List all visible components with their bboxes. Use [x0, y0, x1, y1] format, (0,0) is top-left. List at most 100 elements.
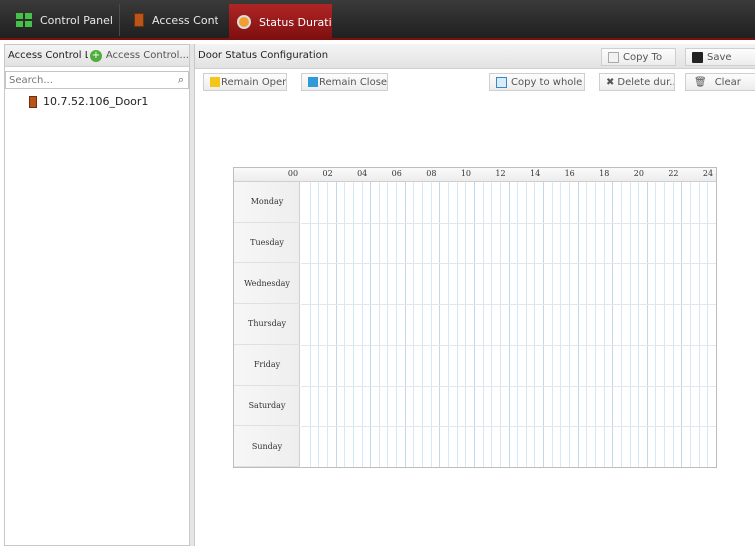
grid-line — [603, 182, 605, 467]
grid-line — [465, 182, 467, 467]
grid-line — [335, 182, 337, 467]
hour-label: 14 — [529, 169, 541, 178]
grid-line — [517, 182, 519, 467]
grid-line — [378, 182, 380, 467]
add-icon: + — [89, 49, 102, 62]
grid-line — [577, 182, 579, 467]
grid-line — [370, 182, 372, 467]
access-control-button[interactable]: + Access Control... — [89, 49, 189, 62]
clear-label: Clear — [714, 76, 741, 88]
hour-header-row: 00 02 04 06 08 10 12 14 16 18 20 22 24 — [234, 168, 716, 182]
tab-label: Status Duration — [259, 15, 332, 29]
grid-line — [404, 182, 406, 467]
grid-line — [586, 182, 588, 467]
door-status-panel: Door Status Configuration Copy To Save R… — [194, 44, 755, 546]
grid-line — [525, 182, 527, 467]
device-item[interactable]: 10.7.52.106_Door1 — [29, 95, 189, 108]
grid-line — [508, 182, 510, 467]
clear-button[interactable]: 🗑 Clear — [685, 73, 755, 91]
day-label: Thursday — [234, 304, 300, 345]
grid-line — [413, 182, 415, 467]
grid-line — [396, 182, 398, 467]
copy-to-button[interactable]: Copy To — [601, 48, 676, 66]
search-icon[interactable]: ⌕ — [178, 73, 184, 87]
day-label: Wednesday — [234, 263, 300, 305]
grid-line — [422, 182, 424, 467]
hour-label: 22 — [668, 169, 679, 178]
delete-duration-button[interactable]: ✖ Delete dur... — [599, 73, 675, 91]
access-control-button-label: Access Control... — [105, 50, 189, 61]
grid-line — [690, 182, 692, 467]
day-label: Friday — [234, 345, 300, 386]
hour-label: 24 — [702, 169, 714, 178]
main-header: Door Status Configuration Copy To Save — [195, 44, 755, 69]
grid-line — [672, 182, 674, 467]
tab-access-control[interactable]: Access Contr... — [128, 4, 218, 36]
grid-line — [430, 182, 432, 467]
remain-open-swatch-icon — [210, 77, 220, 87]
grid-icon — [16, 13, 32, 27]
hour-label: 18 — [599, 169, 610, 178]
grid-line — [482, 182, 484, 467]
grid-line — [629, 182, 631, 467]
grid-line — [499, 182, 501, 467]
grid-line — [560, 182, 562, 467]
tab-label: Control Panel — [40, 13, 113, 27]
grid-line — [569, 182, 571, 467]
hour-label: 20 — [633, 169, 644, 178]
grid-line — [681, 182, 683, 467]
grid-line — [491, 182, 493, 467]
tab-control-panel[interactable]: Control Panel — [12, 4, 120, 36]
hour-label: 00 — [287, 169, 299, 178]
save-icon — [692, 51, 703, 63]
grid-line — [655, 182, 657, 467]
hour-label: 10 — [460, 169, 471, 178]
hour-label: 06 — [391, 169, 402, 178]
door-icon — [29, 95, 37, 108]
grid-line — [352, 182, 354, 467]
grid-line — [534, 182, 536, 467]
grid-line — [594, 182, 596, 467]
grid-line — [309, 182, 311, 467]
copy-to-label: Copy To — [623, 51, 663, 63]
grid-line — [551, 182, 553, 467]
hour-label: 04 — [357, 169, 368, 178]
tab-label: Access Contr... — [152, 13, 218, 27]
delete-duration-label: Delete dur... — [617, 76, 675, 88]
schedule-toolbar: Remain Open Remain Closed Copy to whole … — [195, 69, 755, 109]
grid-line — [318, 182, 320, 467]
hour-label: 02 — [322, 169, 333, 178]
save-button[interactable]: Save — [685, 48, 755, 66]
left-panel-header: Access Control Lis + Access Control... — [5, 45, 189, 67]
grid-line — [612, 182, 614, 467]
day-label: Monday — [234, 182, 300, 223]
remain-closed-swatch-icon — [308, 77, 318, 87]
save-label: Save — [707, 51, 732, 63]
top-tab-bar: Control Panel Access Contr... Status Dur… — [0, 0, 755, 40]
schedule-time-grid[interactable] — [301, 182, 716, 467]
remain-closed-button[interactable]: Remain Closed — [301, 73, 388, 91]
copy-icon — [496, 76, 507, 88]
grid-line — [543, 182, 545, 467]
hour-label: 08 — [426, 169, 437, 178]
grid-line — [620, 182, 622, 467]
copy-to-whole-week-button[interactable]: Copy to whole w... — [489, 73, 585, 91]
grid-line — [301, 222, 716, 224]
copy-whole-week-label: Copy to whole w... — [511, 76, 584, 88]
weekly-schedule-grid: 00 02 04 06 08 10 12 14 16 18 20 22 24 Monday Tuesday… — [233, 167, 717, 468]
day-label: Sunday — [234, 426, 300, 467]
day-label-column: Monday Tuesday Wednesday Thursday Friday Satu… — [234, 182, 300, 467]
trash-icon: 🗑 — [694, 76, 707, 88]
hour-label: 12 — [495, 169, 506, 178]
copy-icon — [608, 51, 619, 63]
grid-line — [301, 263, 716, 265]
grid-line — [646, 182, 648, 467]
search-input[interactable] — [6, 72, 166, 88]
grid-line — [638, 182, 640, 467]
remain-open-button[interactable]: Remain Open — [203, 73, 287, 91]
tab-status-duration[interactable]: Status Duration — [229, 4, 332, 40]
grid-line — [361, 182, 363, 467]
grid-line — [344, 182, 346, 467]
search-box: ⌕ — [5, 71, 189, 89]
grid-line — [387, 182, 389, 467]
